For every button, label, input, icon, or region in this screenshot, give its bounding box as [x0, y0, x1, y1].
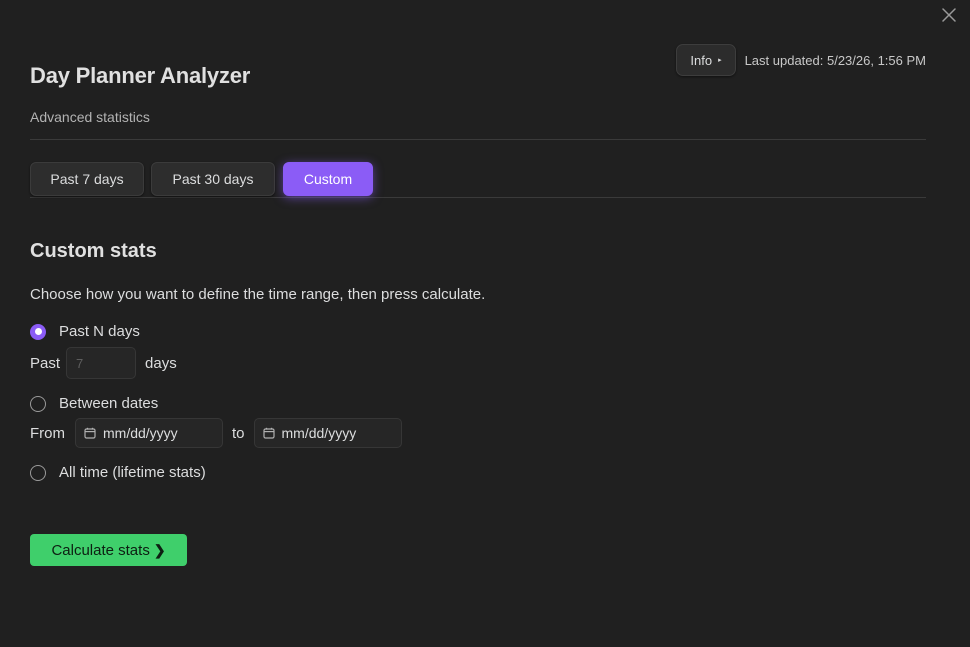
- info-button-label: Info: [690, 52, 713, 68]
- caret-right-icon: ▸: [718, 57, 722, 64]
- days-count-input[interactable]: [66, 347, 137, 379]
- calendar-icon: [262, 427, 275, 439]
- from-date-placeholder: mm/dd/yyyy: [103, 425, 178, 441]
- section-title: Custom stats: [30, 240, 157, 262]
- header-actions: Info ▸ Last updated: 5/23/26, 1:56 PM: [676, 44, 926, 76]
- stats-modal: Day Planner Analyzer Advanced statistics…: [0, 0, 970, 647]
- past-prefix-label: Past: [30, 354, 61, 372]
- calculate-stats-label: Calculate stats: [51, 541, 150, 559]
- range-tabs: Past 7 days Past 30 days Custom: [30, 140, 926, 198]
- tab-past-7-days[interactable]: Past 7 days: [30, 162, 144, 196]
- option-past-n-days-label: Past N days: [59, 323, 140, 340]
- page-subtitle: Advanced statistics: [30, 109, 150, 125]
- radio-past-n-days[interactable]: [30, 323, 46, 340]
- calculate-stats-button[interactable]: Calculate stats ❯: [30, 534, 187, 566]
- modal-header: Day Planner Analyzer Advanced statistics…: [30, 0, 926, 140]
- between-dates-row: From mm/dd/yyyy to mm/dd/yyyy: [30, 418, 402, 448]
- close-button[interactable]: [938, 4, 960, 26]
- close-icon: [942, 8, 956, 22]
- tab-past-30-days[interactable]: Past 30 days: [151, 162, 275, 196]
- option-between-dates-label: Between dates: [59, 395, 159, 412]
- last-updated-text: Last updated: 5/23/26, 1:56 PM: [744, 52, 926, 68]
- option-between-dates[interactable]: Between dates: [30, 395, 158, 412]
- to-label: to: [232, 424, 245, 442]
- page-title: Day Planner Analyzer: [30, 63, 251, 88]
- option-all-time-label: All time (lifetime stats): [59, 464, 206, 481]
- section-description: Choose how you want to define the time r…: [30, 286, 486, 303]
- radio-between-dates[interactable]: [30, 395, 46, 412]
- option-past-n-days[interactable]: Past N days: [30, 323, 140, 340]
- from-label: From: [30, 424, 65, 442]
- past-suffix-label: days: [145, 354, 177, 372]
- tab-custom[interactable]: Custom: [283, 162, 373, 196]
- to-date-input[interactable]: mm/dd/yyyy: [253, 418, 402, 448]
- info-button[interactable]: Info ▸: [676, 44, 736, 76]
- calendar-icon: [84, 427, 96, 439]
- from-date-input[interactable]: mm/dd/yyyy: [75, 418, 223, 448]
- radio-all-time[interactable]: [30, 464, 46, 481]
- chevron-right-icon: ❯: [153, 541, 166, 558]
- to-date-placeholder: mm/dd/yyyy: [281, 425, 357, 441]
- past-n-days-row: Past days: [30, 347, 177, 379]
- option-all-time[interactable]: All time (lifetime stats): [30, 464, 206, 481]
